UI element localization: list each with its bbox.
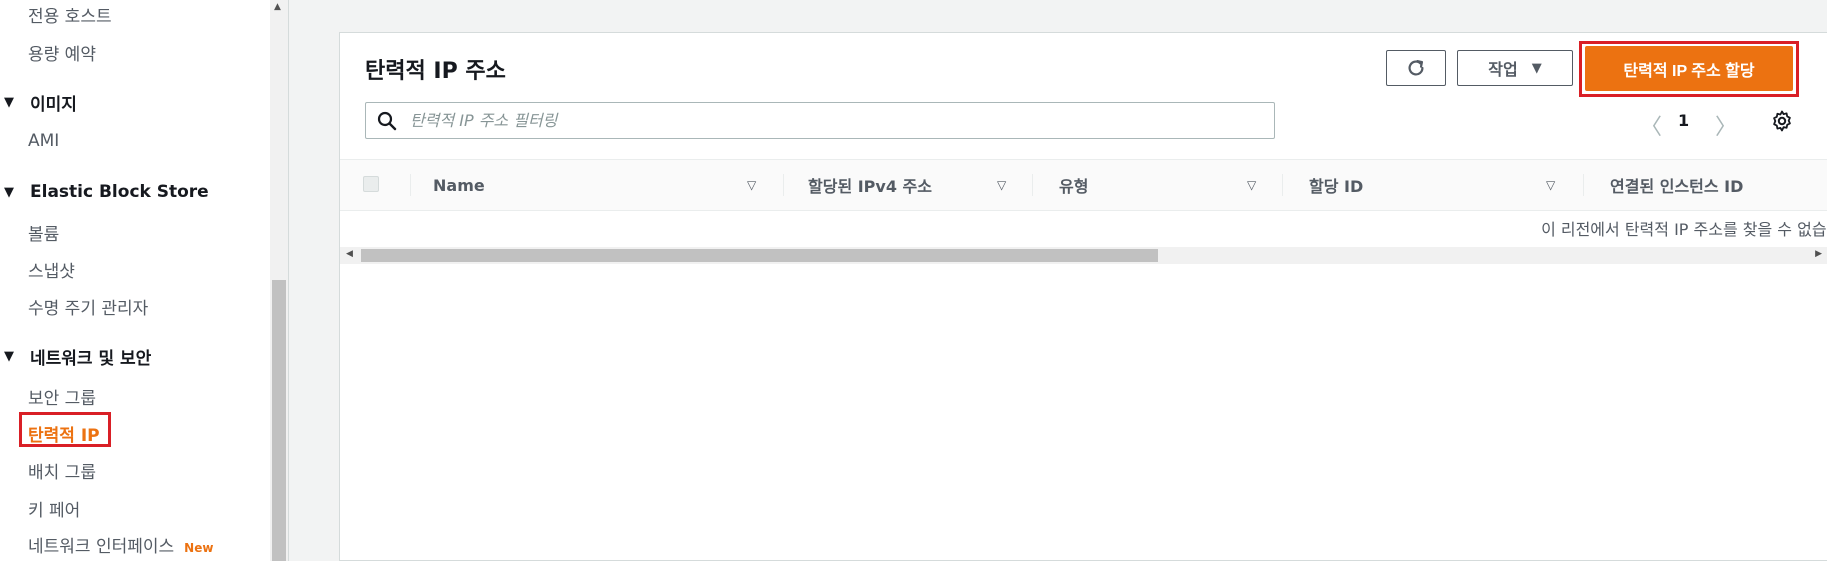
filter-search-box[interactable] <box>365 102 1275 139</box>
search-icon <box>366 111 408 131</box>
sidebar-scrollbar[interactable]: ▲ <box>270 0 288 561</box>
sidebar-item-snapshots[interactable]: 스냅샷 <box>28 257 75 282</box>
previous-page-icon[interactable]: 〈 <box>1640 109 1662 141</box>
sidebar-section-ebs[interactable]: ▼ Elastic Block Store <box>4 182 209 202</box>
sidebar-section-label: 이미지 <box>30 95 77 115</box>
caret-down-icon: ▼ <box>4 95 14 110</box>
scroll-right-icon[interactable]: ▶ <box>1815 249 1822 259</box>
sidebar-item-elastic-ips[interactable]: 탄력적 IP <box>28 421 100 446</box>
caret-down-icon: ▼ <box>1531 60 1542 76</box>
sidebar-section-label: Elastic Block Store <box>30 182 209 202</box>
sidebar-item-network-interfaces[interactable]: 네트워크 인터페이스 New <box>28 532 213 557</box>
column-header-allocated-ipv4[interactable]: 할당된 IPv4 주소 <box>808 160 932 210</box>
table-header: Name ▽ 할당된 IPv4 주소 ▽ 유형 ▽ 할당 ID ▽ 연결된 인스… <box>340 159 1827 211</box>
gear-icon[interactable] <box>1770 109 1794 137</box>
caret-down-icon: ▼ <box>4 184 14 200</box>
sidebar-section-label: 네트워크 및 보안 <box>30 349 152 369</box>
sidebar-item-security-groups[interactable]: 보안 그룹 <box>28 384 96 409</box>
next-page-icon[interactable]: 〉 <box>1715 109 1737 141</box>
sidebar-item-placement-groups[interactable]: 배치 그룹 <box>28 458 96 483</box>
column-divider[interactable] <box>1032 174 1033 196</box>
column-divider[interactable] <box>783 174 784 196</box>
sidebar-section-images[interactable]: ▼ 이미지 <box>4 90 77 115</box>
sidebar-item-lifecycle-manager[interactable]: 수명 주기 관리자 <box>28 294 148 319</box>
page-number[interactable]: 1 <box>1678 111 1689 130</box>
allocate-elastic-ip-button[interactable]: 탄력적 IP 주소 할당 <box>1585 46 1793 91</box>
new-badge: New <box>184 541 214 555</box>
column-divider <box>410 174 411 196</box>
column-divider[interactable] <box>1583 174 1584 196</box>
empty-state-text: 이 리전에서 탄력적 IP 주소를 찾을 수 없습니다 <box>1541 220 1827 239</box>
column-header-name[interactable]: Name <box>433 160 485 210</box>
filter-search-input[interactable] <box>408 110 1274 131</box>
empty-state-message: 이 리전에서 탄력적 IP 주소를 찾을 수 없습니다 <box>340 211 1827 245</box>
sort-icon[interactable]: ▽ <box>1247 178 1256 192</box>
refresh-icon <box>1408 60 1424 76</box>
sidebar-item-capacity-reservations[interactable]: 용량 예약 <box>28 40 96 65</box>
actions-label: 작업 <box>1488 60 1518 79</box>
column-header-type[interactable]: 유형 <box>1059 160 1088 210</box>
actions-dropdown-button[interactable]: 작업 ▼ <box>1457 50 1573 86</box>
sidebar-nav: 전용 호스트 용량 예약 ▼ 이미지 AMI ▼ Elastic Block S… <box>0 0 289 561</box>
column-header-allocation-id[interactable]: 할당 ID <box>1309 160 1363 210</box>
scroll-left-icon[interactable]: ◀ <box>346 249 353 259</box>
column-header-associated-instance-id[interactable]: 연결된 인스턴스 ID <box>1610 160 1743 210</box>
page-title: 탄력적 IP 주소 <box>365 59 506 84</box>
sidebar-item-dedicated-hosts[interactable]: 전용 호스트 <box>28 2 112 27</box>
sort-icon[interactable]: ▽ <box>997 178 1006 192</box>
sort-icon[interactable]: ▽ <box>1546 178 1555 192</box>
caret-down-icon: ▼ <box>4 349 14 364</box>
refresh-button[interactable] <box>1386 50 1446 86</box>
column-divider[interactable] <box>1282 174 1283 196</box>
scrollbar-thumb[interactable] <box>272 280 286 561</box>
sidebar-section-network-security[interactable]: ▼ 네트워크 및 보안 <box>4 344 151 369</box>
sidebar-item-ami[interactable]: AMI <box>28 131 59 151</box>
sidebar-item-label: 네트워크 인터페이스 <box>28 537 175 557</box>
scrollbar-thumb[interactable] <box>361 249 1158 262</box>
elastic-ip-panel: 탄력적 IP 주소 작업 ▼ 탄력적 IP 주소 할당 〈 1 〉 N <box>339 32 1827 561</box>
scroll-up-icon[interactable]: ▲ <box>274 2 281 12</box>
select-all-checkbox[interactable] <box>363 176 379 192</box>
sidebar-item-key-pairs[interactable]: 키 페어 <box>28 496 80 521</box>
sidebar-item-volumes[interactable]: 볼륨 <box>28 220 59 245</box>
sort-icon[interactable]: ▽ <box>747 178 756 192</box>
table-horizontal-scrollbar[interactable]: ◀ ▶ <box>340 247 1827 264</box>
